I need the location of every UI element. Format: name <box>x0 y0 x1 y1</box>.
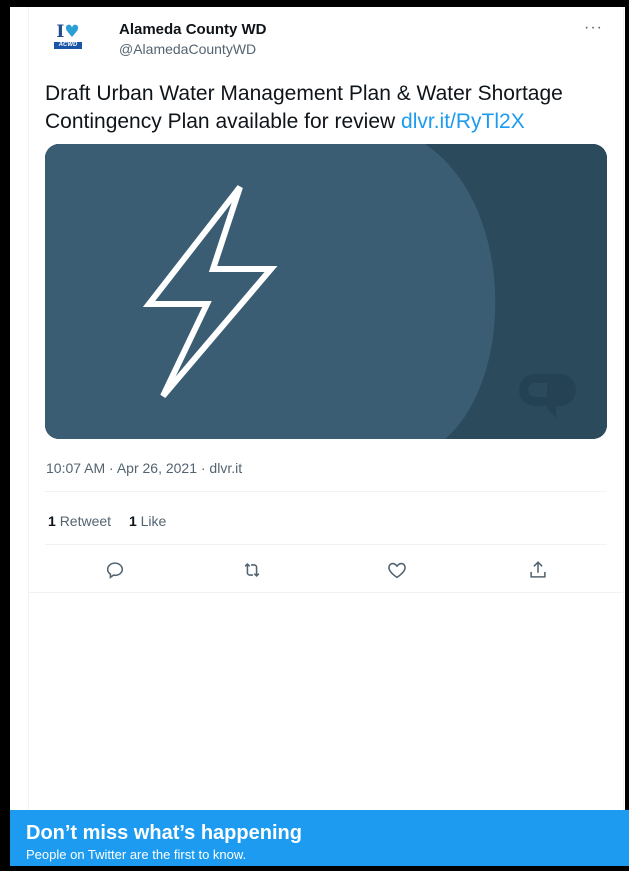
heart-logo-icon: ♥ <box>64 22 80 42</box>
avatar-logo-bar: ACWD <box>54 42 82 49</box>
banner-title: Don’t miss what’s happening <box>26 822 302 844</box>
frame-top <box>0 0 629 7</box>
display-name[interactable]: Alameda County WD <box>119 21 267 38</box>
avatar-logo: I♥ <box>56 22 80 42</box>
frame-bottom <box>0 866 629 871</box>
tweet-stats: 1 Retweet 1 Like <box>48 513 180 529</box>
divider <box>45 491 607 492</box>
retweet-count: 1 <box>48 513 56 529</box>
retweet-label: Retweet <box>59 513 112 529</box>
link-card-media[interactable] <box>45 144 607 439</box>
share-icon <box>530 561 546 578</box>
account-handle[interactable]: @AlamedaCountyWD <box>119 41 256 57</box>
like-stat[interactable]: 1 Like <box>129 513 166 529</box>
retweet-button[interactable] <box>241 559 263 581</box>
tweet-link[interactable]: dlvr.it/RyTl2X <box>401 110 525 133</box>
more-options-icon[interactable]: ··· <box>584 19 603 37</box>
reply-button[interactable] <box>104 559 126 581</box>
reply-icon <box>106 562 124 579</box>
like-button[interactable] <box>386 559 408 581</box>
retweet-icon <box>244 562 260 578</box>
frame-left <box>0 0 10 871</box>
media-graphic <box>45 144 607 439</box>
retweet-stat[interactable]: 1 Retweet <box>48 513 111 529</box>
tweet-header: I♥ ACWD Alameda County WD @AlamedaCounty… <box>49 17 609 65</box>
banner-subtitle: People on Twitter are the first to know. <box>26 847 247 862</box>
tweet-card: I♥ ACWD Alameda County WD @AlamedaCounty… <box>28 7 624 810</box>
avatar[interactable]: I♥ ACWD <box>49 17 87 55</box>
frame-right <box>625 0 629 810</box>
tweet-timestamp[interactable]: 10:07 AM · Apr 26, 2021 · dlvr.it <box>46 460 242 476</box>
heart-icon <box>388 562 406 579</box>
share-button[interactable] <box>527 559 549 581</box>
divider <box>29 592 623 593</box>
tweet-text: Draft Urban Water Management Plan & Wate… <box>45 80 617 136</box>
divider <box>45 544 607 545</box>
signup-banner[interactable]: Don’t miss what’s happening People on Tw… <box>10 810 629 866</box>
like-count: 1 <box>128 513 137 529</box>
like-label: Like <box>140 513 167 529</box>
tweet-actions <box>45 555 607 585</box>
